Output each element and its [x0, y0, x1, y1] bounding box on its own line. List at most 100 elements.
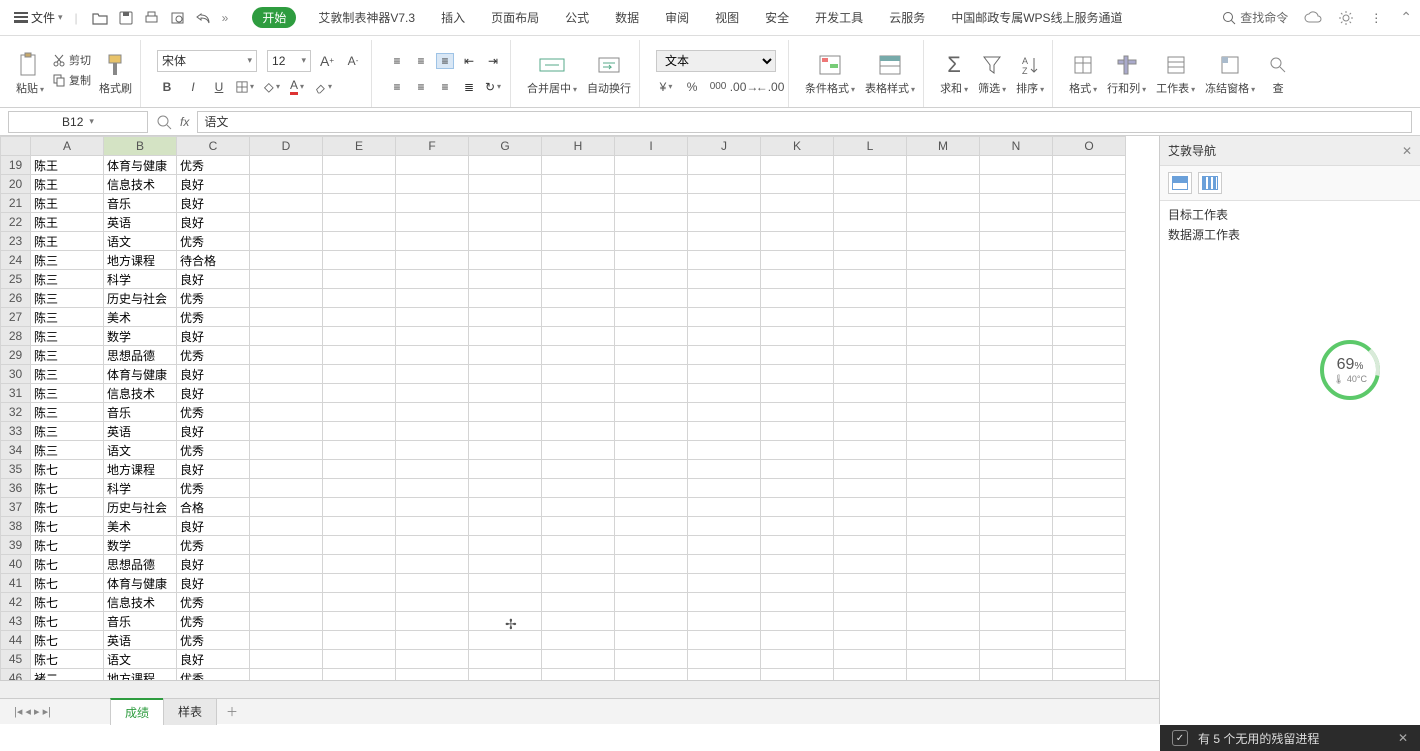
format-button[interactable]: 格式	[1069, 52, 1097, 96]
cell-O34[interactable]	[1053, 441, 1126, 460]
cell-E37[interactable]	[323, 498, 396, 517]
col-header-F[interactable]: F	[396, 137, 469, 156]
cell-I23[interactable]	[615, 232, 688, 251]
font-color-button[interactable]: A	[287, 77, 307, 97]
cell-D31[interactable]	[250, 384, 323, 403]
cell-J26[interactable]	[688, 289, 761, 308]
cell-L41[interactable]	[834, 574, 907, 593]
cell-D37[interactable]	[250, 498, 323, 517]
cell-J30[interactable]	[688, 365, 761, 384]
cell-C19[interactable]: 优秀	[177, 156, 250, 175]
cell-C33[interactable]: 良好	[177, 422, 250, 441]
cell-B25[interactable]: 科学	[104, 270, 177, 289]
cell-E28[interactable]	[323, 327, 396, 346]
clear-format-button[interactable]	[313, 77, 333, 97]
file-menu-button[interactable]: 文件 ▾	[8, 7, 69, 28]
cell-H20[interactable]	[542, 175, 615, 194]
align-middle-button[interactable]: ≡	[412, 53, 430, 69]
cell-A25[interactable]: 陈三	[31, 270, 104, 289]
cell-M35[interactable]	[907, 460, 980, 479]
cell-A20[interactable]: 陈王	[31, 175, 104, 194]
cell-L31[interactable]	[834, 384, 907, 403]
collapse-ribbon-icon[interactable]: ⌃	[1400, 9, 1412, 26]
cell-H39[interactable]	[542, 536, 615, 555]
cell-J22[interactable]	[688, 213, 761, 232]
cell-K37[interactable]	[761, 498, 834, 517]
cell-J25[interactable]	[688, 270, 761, 289]
ribbon-tab-9[interactable]: 开发工具	[811, 5, 867, 30]
cell-C28[interactable]: 良好	[177, 327, 250, 346]
col-header-O[interactable]: O	[1053, 137, 1126, 156]
cell-E45[interactable]	[323, 650, 396, 669]
align-top-button[interactable]: ≡	[388, 53, 406, 69]
cell-I42[interactable]	[615, 593, 688, 612]
row-header-41[interactable]: 41	[1, 574, 31, 593]
cell-E39[interactable]	[323, 536, 396, 555]
col-header-K[interactable]: K	[761, 137, 834, 156]
cut-button[interactable]: 剪切	[52, 52, 91, 68]
cell-M21[interactable]	[907, 194, 980, 213]
cell-M30[interactable]	[907, 365, 980, 384]
cell-K26[interactable]	[761, 289, 834, 308]
cell-F20[interactable]	[396, 175, 469, 194]
row-header-36[interactable]: 36	[1, 479, 31, 498]
cell-B33[interactable]: 英语	[104, 422, 177, 441]
cell-G37[interactable]	[469, 498, 542, 517]
cell-E34[interactable]	[323, 441, 396, 460]
cell-M42[interactable]	[907, 593, 980, 612]
cell-O38[interactable]	[1053, 517, 1126, 536]
cell-O19[interactable]	[1053, 156, 1126, 175]
cell-A21[interactable]: 陈王	[31, 194, 104, 213]
cell-F39[interactable]	[396, 536, 469, 555]
cell-K27[interactable]	[761, 308, 834, 327]
cell-I43[interactable]	[615, 612, 688, 631]
cell-G19[interactable]	[469, 156, 542, 175]
cell-K28[interactable]	[761, 327, 834, 346]
cell-G21[interactable]	[469, 194, 542, 213]
cell-J40[interactable]	[688, 555, 761, 574]
cell-J19[interactable]	[688, 156, 761, 175]
cell-G34[interactable]	[469, 441, 542, 460]
cell-A38[interactable]: 陈七	[31, 517, 104, 536]
cell-A19[interactable]: 陈王	[31, 156, 104, 175]
cell-C30[interactable]: 良好	[177, 365, 250, 384]
cell-J34[interactable]	[688, 441, 761, 460]
cell-K22[interactable]	[761, 213, 834, 232]
system-gauge-widget[interactable]: 69% 🌡 40°C	[1320, 340, 1380, 400]
cell-I46[interactable]	[615, 669, 688, 681]
row-header-42[interactable]: 42	[1, 593, 31, 612]
cell-N30[interactable]	[980, 365, 1053, 384]
cell-F27[interactable]	[396, 308, 469, 327]
close-notification-icon[interactable]: ✕	[1398, 731, 1408, 745]
cell-F30[interactable]	[396, 365, 469, 384]
cell-O29[interactable]	[1053, 346, 1126, 365]
cell-B43[interactable]: 音乐	[104, 612, 177, 631]
cell-F25[interactable]	[396, 270, 469, 289]
cell-B34[interactable]: 语文	[104, 441, 177, 460]
filter-button[interactable]: 筛选	[978, 52, 1006, 96]
cell-H36[interactable]	[542, 479, 615, 498]
cell-N39[interactable]	[980, 536, 1053, 555]
cell-O41[interactable]	[1053, 574, 1126, 593]
cell-I40[interactable]	[615, 555, 688, 574]
cell-B44[interactable]: 英语	[104, 631, 177, 650]
cell-A35[interactable]: 陈七	[31, 460, 104, 479]
cell-J29[interactable]	[688, 346, 761, 365]
row-header-35[interactable]: 35	[1, 460, 31, 479]
cell-I22[interactable]	[615, 213, 688, 232]
worksheet-button[interactable]: 工作表	[1156, 52, 1195, 96]
cell-H21[interactable]	[542, 194, 615, 213]
cell-F37[interactable]	[396, 498, 469, 517]
cell-L25[interactable]	[834, 270, 907, 289]
cell-D32[interactable]	[250, 403, 323, 422]
cell-C38[interactable]: 良好	[177, 517, 250, 536]
cell-I28[interactable]	[615, 327, 688, 346]
cell-O21[interactable]	[1053, 194, 1126, 213]
cell-F21[interactable]	[396, 194, 469, 213]
cell-G26[interactable]	[469, 289, 542, 308]
cell-N29[interactable]	[980, 346, 1053, 365]
cell-I27[interactable]	[615, 308, 688, 327]
cell-M41[interactable]	[907, 574, 980, 593]
cell-G38[interactable]	[469, 517, 542, 536]
panel-view-columns-button[interactable]	[1198, 172, 1222, 194]
